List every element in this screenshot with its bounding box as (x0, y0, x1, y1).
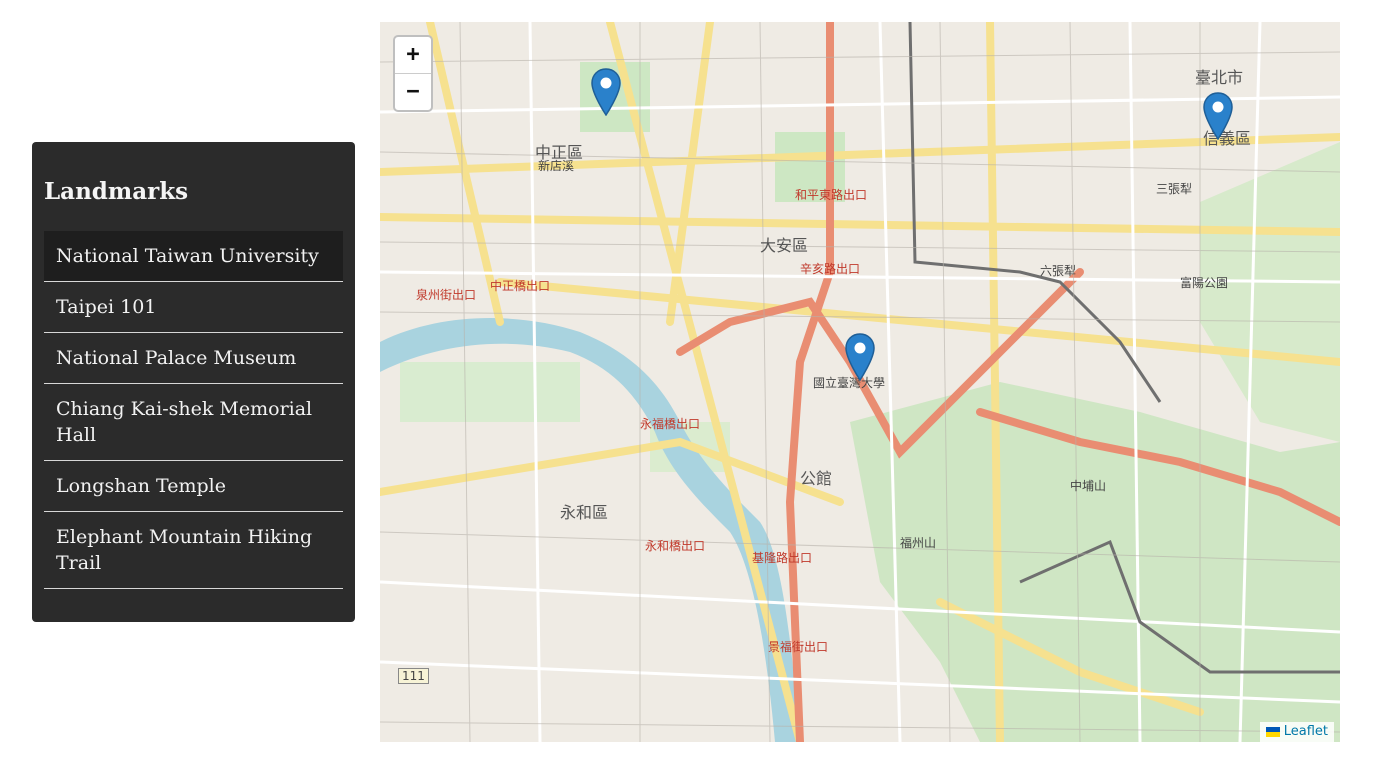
landmark-item-ntu[interactable]: National Taiwan University (44, 231, 343, 282)
district-label: 臺北市 (1195, 68, 1244, 87)
place-label: 富陽公園 (1180, 276, 1229, 290)
landmark-item-palace-museum[interactable]: National Palace Museum (44, 333, 343, 384)
map-attribution: Leaflet (1259, 722, 1334, 742)
exit-label: 永福橋出口 (640, 417, 701, 431)
landmark-item-taipei-101[interactable]: Taipei 101 (44, 282, 343, 333)
place-label: 六張犁 (1040, 264, 1077, 278)
landmark-list: National Taiwan University Taipei 101 Na… (44, 231, 343, 589)
exit-label: 中正橋出口 (490, 279, 551, 293)
zoom-out-button[interactable]: − (395, 74, 431, 110)
exit-label: 景福街出口 (768, 640, 829, 654)
map-marker-icon[interactable] (1203, 92, 1233, 140)
zoom-in-button[interactable]: + (395, 37, 431, 74)
district-label: 永和區 (560, 503, 609, 522)
landmarks-panel: Landmarks National Taiwan University Tai… (32, 142, 355, 622)
zoom-control: + − (393, 35, 433, 112)
map-marker-icon[interactable] (591, 68, 621, 116)
place-label: 福州山 (900, 536, 937, 550)
place-label: 新店溪 (538, 159, 575, 173)
ukraine-flag-icon (1265, 726, 1280, 737)
exit-label: 泉州街出口 (416, 288, 477, 302)
place-label: 三張犁 (1156, 182, 1193, 196)
exit-label: 和平東路出口 (795, 188, 868, 202)
panel-title: Landmarks (44, 178, 189, 205)
landmark-item-ckscm-hall[interactable]: Chiang Kai-shek Memorial Hall (44, 384, 343, 461)
road-shield: 111 (398, 668, 429, 684)
landmark-item-elephant-mountain[interactable]: Elephant Mountain Hiking Trail (44, 512, 343, 589)
place-label: 中埔山 (1070, 479, 1107, 493)
landmark-item-longshan-temple[interactable]: Longshan Temple (44, 461, 343, 512)
exit-label: 辛亥路出口 (800, 262, 861, 276)
map-marker-icon[interactable] (845, 333, 875, 381)
place-label: 公館 (800, 469, 833, 488)
exit-label: 永和橋出口 (645, 539, 706, 553)
leaflet-link[interactable]: Leaflet (1284, 724, 1328, 739)
district-label: 大安區 (760, 236, 809, 255)
map-view[interactable]: 中正區 大安區 臺北市 信義區 永和區 國立臺灣大學 公館 六張犁 三張犁 新店… (380, 22, 1340, 742)
exit-label: 基隆路出口 (752, 551, 813, 565)
